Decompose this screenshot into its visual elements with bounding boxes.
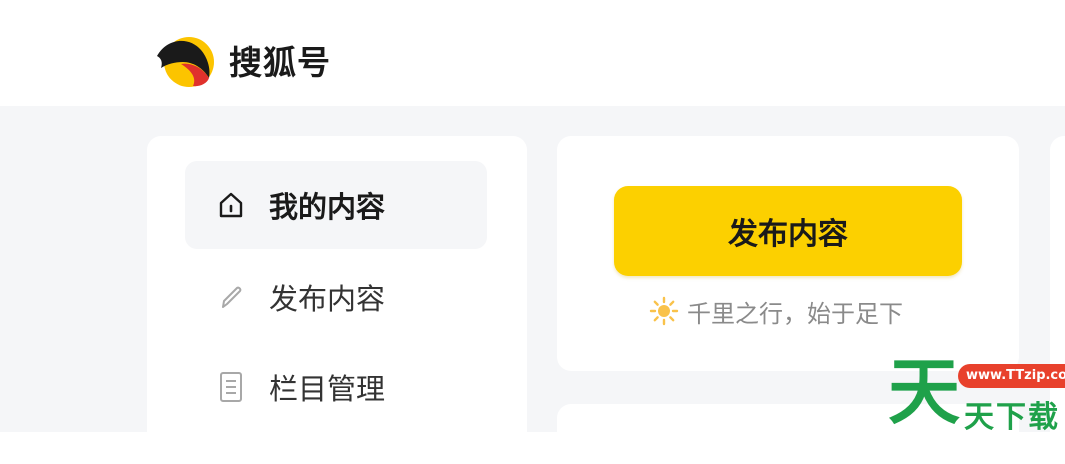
sidebar-item-label: 栏目管理 [269, 372, 386, 406]
document-icon [215, 371, 247, 403]
publish-card: 发布内容 千里之行，始于足下 [557, 136, 1019, 371]
top-header: 搜狐号 [0, 0, 1065, 106]
watermark: 天 www.TTzip.com 天下载 [888, 350, 1065, 435]
pencil-icon [215, 281, 247, 313]
motto-text: 千里之行，始于足下 [687, 299, 903, 328]
sidebar-item-label: 发布内容 [269, 282, 386, 316]
sohu-fox-logo-icon [157, 37, 214, 87]
sidebar-item-publish-content[interactable]: 发布内容 [185, 253, 487, 341]
sidebar-item-label: 我的内容 [269, 190, 386, 224]
brand-logo[interactable]: 搜狐号 [155, 32, 331, 88]
home-icon [215, 189, 247, 221]
sun-icon [649, 296, 679, 326]
motto: 千里之行，始于足下 [649, 294, 903, 328]
sidebar-item-column-management[interactable]: 栏目管理 [185, 343, 487, 431]
sidebar-item-my-content[interactable]: 我的内容 [185, 161, 487, 249]
sidebar: 我的内容 发布内容 栏目管理 [147, 136, 527, 456]
watermark-text: 天下载 [964, 400, 1060, 435]
watermark-logo: 天 [888, 350, 961, 434]
publish-content-button[interactable]: 发布内容 [614, 186, 962, 276]
brand-name: 搜狐号 [229, 43, 331, 82]
watermark-url: www.TTzip.com [958, 364, 1065, 388]
